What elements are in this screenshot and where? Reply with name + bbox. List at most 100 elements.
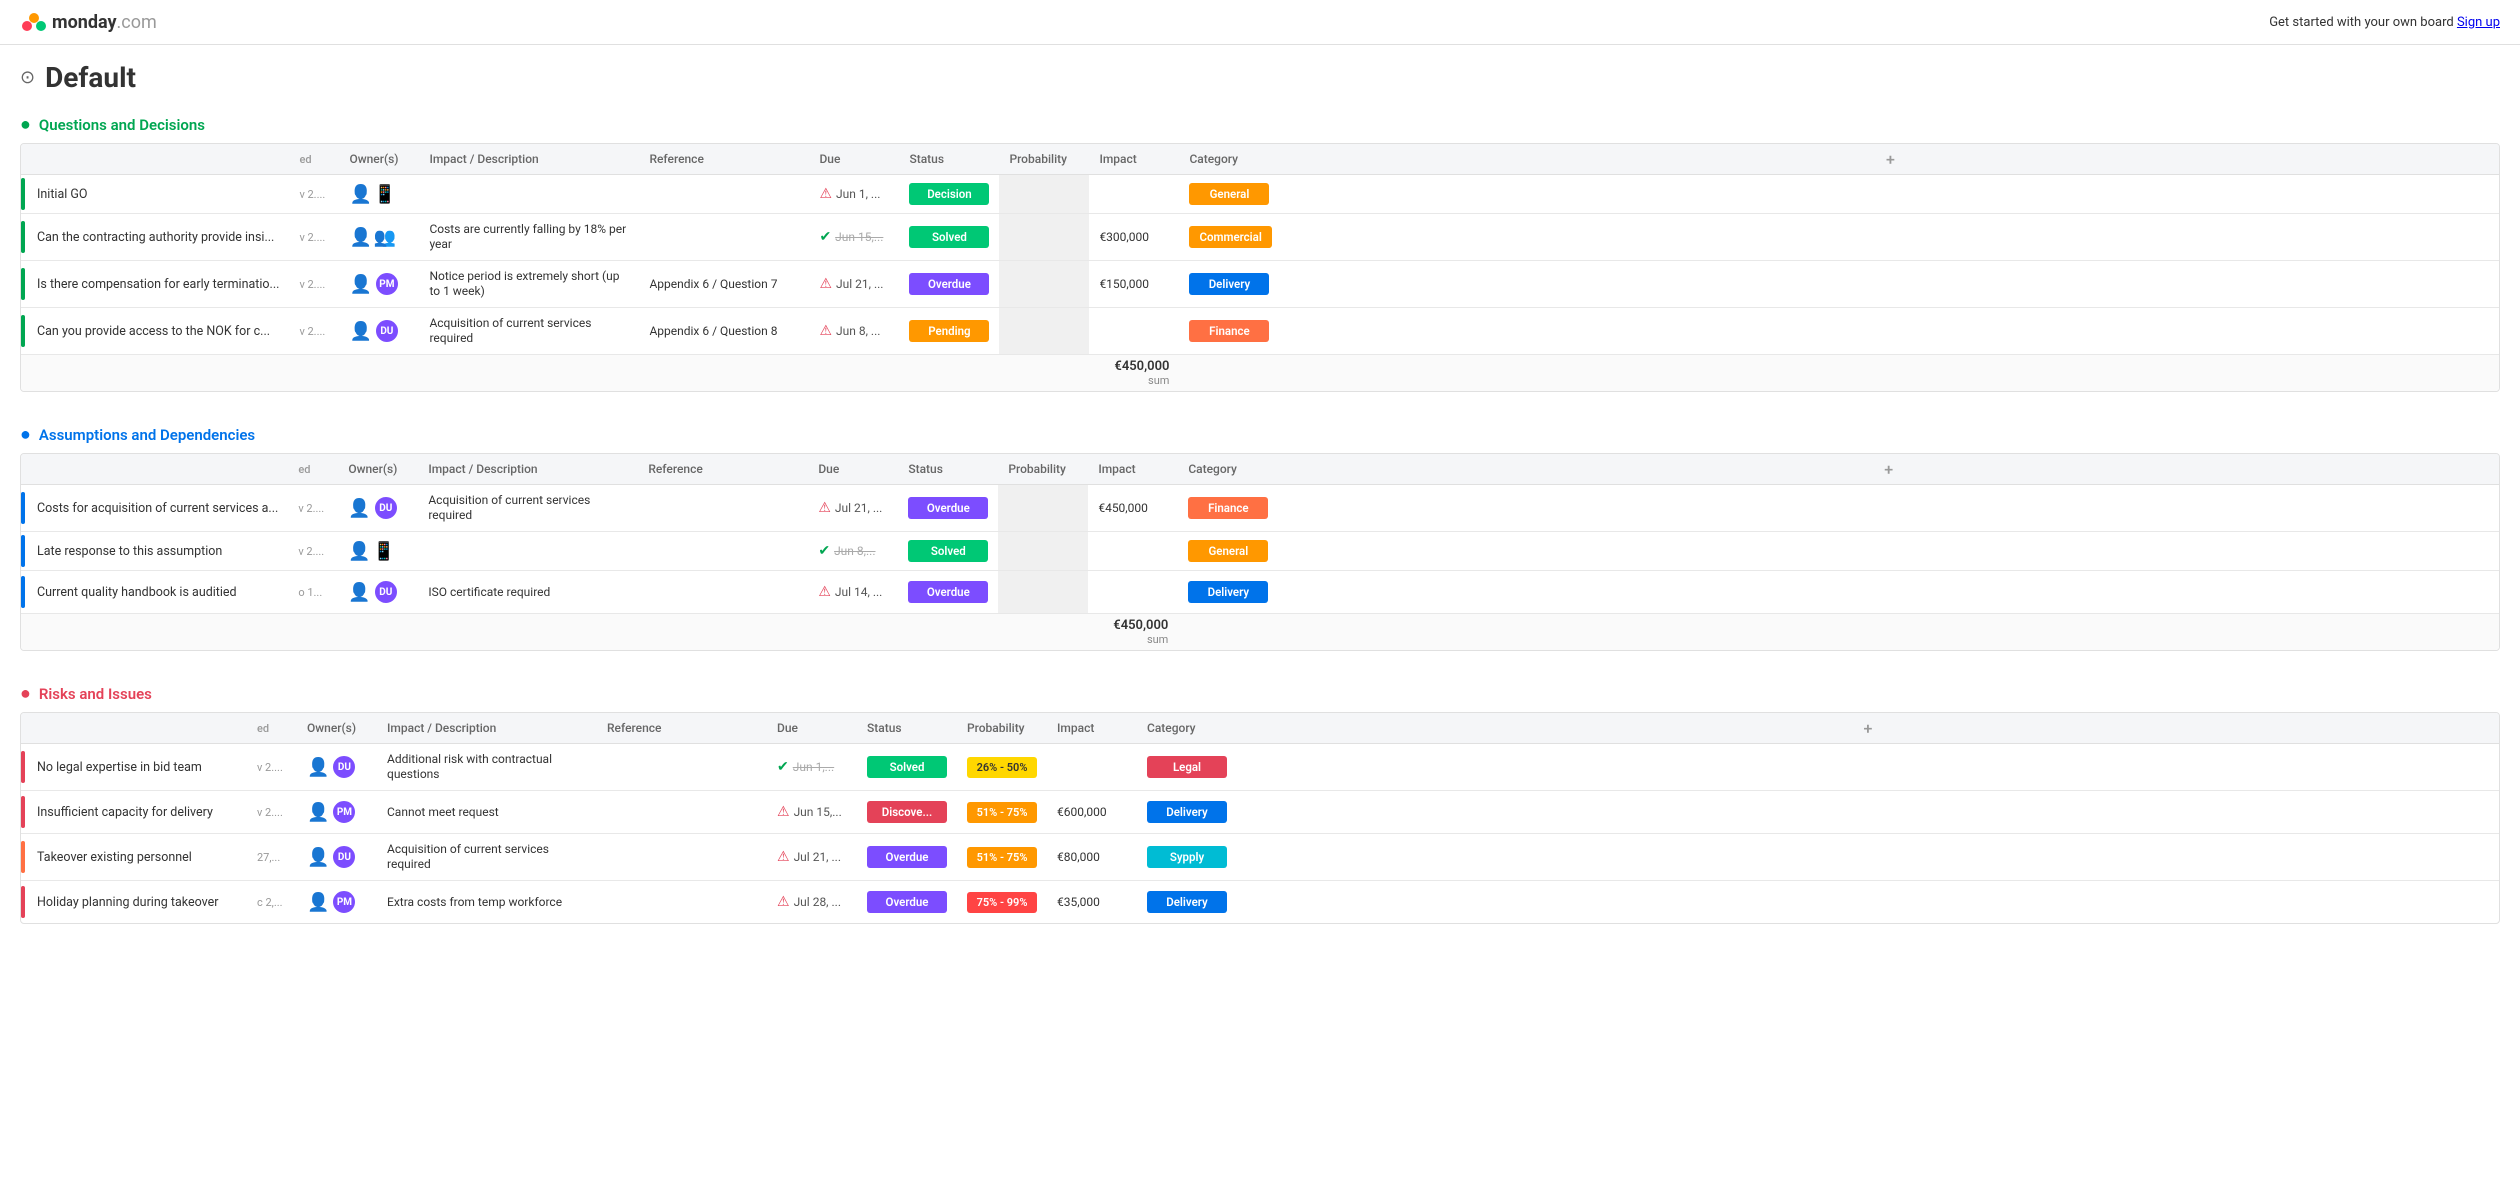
owner-icon: 👤 [349,274,371,295]
col-due-header: Due [808,454,898,485]
owner-icon: 👤 [348,541,370,562]
due-icon: ✔ [777,759,789,775]
col-ref-header: Reference [638,454,808,485]
section-title-questions: Questions and Decisions [39,116,205,134]
category-badge: Finance [1188,497,1268,519]
owner-icon: 👤 [348,498,370,519]
logo-text: monday.com [52,12,157,33]
table-row: Can you provide access to the NOK for c.… [21,308,2499,355]
sum-row: €450,000sum [21,614,2499,651]
owner-icon2: 📱 [373,541,395,562]
owner-icon: 👤 [307,802,329,823]
due-icon: ⚠ [777,804,790,820]
table-row: Late response to this assumption v 2....… [21,532,2499,571]
category-badge: General [1188,540,1268,562]
status-badge: Solved [867,756,947,778]
prob-badge: 51% - 75% [967,847,1037,868]
due-icon: ✔ [818,543,830,559]
status-badge: Overdue [867,846,947,868]
row-item-name[interactable]: Current quality handbook is auditied [37,585,237,600]
status-badge: Decision [909,183,989,205]
table-row: Current quality handbook is auditied o 1… [21,571,2499,614]
share-icon[interactable]: ⊙ [20,67,35,88]
category-badge: Legal [1147,756,1227,778]
col-status-header: Status [857,713,957,744]
owner-icon: 👤 [348,582,370,603]
table-row: Holiday planning during takeover c 2,...… [21,881,2499,924]
row-item-name[interactable]: Can you provide access to the NOK for c.… [37,324,270,339]
add-col-button[interactable]: + [1278,454,2499,485]
row-item-name[interactable]: Is there compensation for early terminat… [37,277,279,292]
row-item-name[interactable]: Takeover existing personnel [37,850,192,865]
section-title-assumptions: Assumptions and Dependencies [39,426,255,444]
col-ver-header: ed [247,713,297,744]
row-item-name[interactable]: Initial GO [37,187,88,202]
col-status-header: Status [899,144,999,175]
row-item-name[interactable]: Insufficient capacity for delivery [37,805,213,820]
col-owner-header: Owner(s) [297,713,377,744]
col-impactval-header: Impact [1088,454,1178,485]
col-cat-header: Category [1179,144,1281,175]
col-ver-header: ed [288,454,338,485]
table-row: No legal expertise in bid team v 2.... 👤… [21,744,2499,791]
col-impactval-header: Impact [1047,713,1137,744]
col-ref-header: Reference [639,144,809,175]
avatar: DU [373,579,399,605]
page-title-row: ⊙ Default [20,61,2500,94]
col-impact-header: Impact / Description [419,144,639,175]
row-item-name[interactable]: Can the contracting authority provide in… [37,230,274,245]
due-icon: ⚠ [777,849,790,865]
due-icon: ⚠ [818,500,831,516]
row-item-name[interactable]: No legal expertise in bid team [37,760,202,775]
col-name-header [27,713,247,744]
add-col-button[interactable]: + [1282,144,2499,175]
section-toggle-assumptions[interactable]: ● [20,424,31,445]
table-row: Is there compensation for early terminat… [21,261,2499,308]
status-badge: Pending [909,320,989,342]
avatar: DU [373,495,399,521]
table-row: Takeover existing personnel 27,... 👤DU A… [21,834,2499,881]
row-item-name[interactable]: Late response to this assumption [37,544,222,559]
status-badge: Solved [908,540,988,562]
status-badge: Discove... [867,801,947,823]
owner-icon: 👤 [349,227,371,248]
owner-icon2: 👥 [374,227,396,248]
col-impactval-header: Impact [1089,144,1179,175]
col-due-header: Due [767,713,857,744]
sum-row: €450,000sum [21,355,2499,392]
table-row: Can the contracting authority provide in… [21,214,2499,261]
category-badge: Delivery [1188,581,1268,603]
col-cat-header: Category [1178,454,1278,485]
due-icon: ⚠ [819,186,832,202]
logo-icon [20,8,48,36]
category-badge: Delivery [1189,273,1269,295]
col-prob-header: Probability [999,144,1089,175]
signup-link[interactable]: Sign up [2457,15,2500,30]
col-owner-header: Owner(s) [338,454,418,485]
col-ref-header: Reference [597,713,767,744]
due-icon: ⚠ [818,584,831,600]
col-ver-header: ed [289,144,339,175]
owner-icon: 👤 [307,847,329,868]
category-badge: Delivery [1147,891,1227,913]
category-badge: General [1189,183,1269,205]
category-badge: Sypply [1147,846,1227,868]
col-due-header: Due [809,144,899,175]
prob-badge: 51% - 75% [967,802,1037,823]
status-badge: Overdue [909,273,989,295]
add-col-button[interactable]: + [1237,713,2499,744]
col-cat-header: Category [1137,713,1237,744]
prob-badge: 75% - 99% [967,892,1037,913]
table-row: Initial GO v 2.... 👤📱 ⚠Jun 1, ... Decisi… [21,175,2499,214]
section-toggle-risks[interactable]: ● [20,683,31,704]
owner-icon: 👤 [307,757,329,778]
section-questions: ● Questions and Decisions ed Owner(s) Im… [20,114,2500,392]
col-owner-header: Owner(s) [339,144,419,175]
col-name-header [27,454,288,485]
section-toggle-questions[interactable]: ● [20,114,31,135]
header: monday.com Get started with your own boa… [0,0,2520,45]
row-item-name[interactable]: Costs for acquisition of current service… [37,501,278,516]
row-item-name[interactable]: Holiday planning during takeover [37,895,218,910]
avatar: DU [374,318,400,344]
due-icon: ⚠ [819,276,832,292]
